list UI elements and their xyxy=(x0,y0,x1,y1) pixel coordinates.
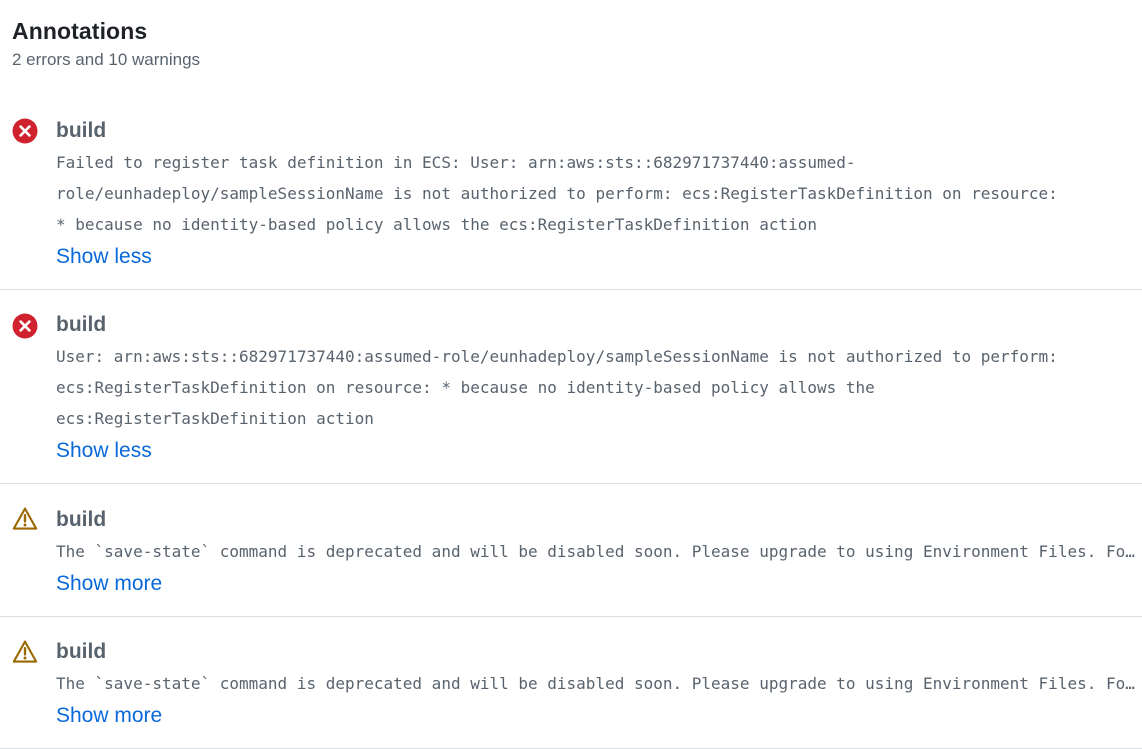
x-circle-fill-icon xyxy=(12,118,38,144)
page-title: Annotations xyxy=(12,18,148,44)
annotations-panel: Annotations 2 errors and 10 warnings bui… xyxy=(0,0,1142,749)
annotation-job-name: build xyxy=(56,508,107,531)
alert-triangle-icon xyxy=(12,506,38,532)
show-more-button[interactable]: Show more xyxy=(56,570,162,598)
show-less-button[interactable]: Show less xyxy=(56,243,152,271)
annotation-message: The `save-state` command is deprecated a… xyxy=(56,674,1139,693)
annotation-job-name: build xyxy=(56,119,107,142)
annotations-summary: 2 errors and 10 warnings xyxy=(12,50,201,69)
show-less-button[interactable]: Show less xyxy=(56,437,152,465)
annotation-job-name: build xyxy=(56,313,107,336)
annotation-item: build The `save-state` command is deprec… xyxy=(0,617,1142,749)
annotations-list: build Failed to register task definition… xyxy=(0,108,1142,749)
annotation-job-name: build xyxy=(56,640,107,663)
alert-triangle-icon xyxy=(12,639,38,665)
annotation-message: Failed to register task definition in EC… xyxy=(56,147,1136,240)
annotation-message-line: ecs:RegisterTaskDefinition on resource: … xyxy=(56,378,875,397)
annotation-message: User: arn:aws:sts::682971737440:assumed-… xyxy=(56,341,1136,434)
show-more-button[interactable]: Show more xyxy=(56,702,162,730)
annotation-item: build Failed to register task definition… xyxy=(0,108,1142,290)
annotation-message-line: * because no identity-based policy allow… xyxy=(56,215,817,234)
annotation-item: build User: arn:aws:sts::682971737440:as… xyxy=(0,290,1142,484)
annotation-message: The `save-state` command is deprecated a… xyxy=(56,542,1139,561)
annotation-message-line: role/eunhadeploy/sampleSessionName is no… xyxy=(56,184,1058,203)
annotation-message-line: ecs:RegisterTaskDefinition action xyxy=(56,409,374,428)
x-circle-fill-icon xyxy=(12,313,38,339)
annotation-item: build The `save-state` command is deprec… xyxy=(0,484,1142,617)
annotations-header: Annotations 2 errors and 10 warnings xyxy=(12,16,200,72)
annotation-message-line: User: arn:aws:sts::682971737440:assumed-… xyxy=(56,347,1058,366)
annotation-message-line: Failed to register task definition in EC… xyxy=(56,153,856,172)
